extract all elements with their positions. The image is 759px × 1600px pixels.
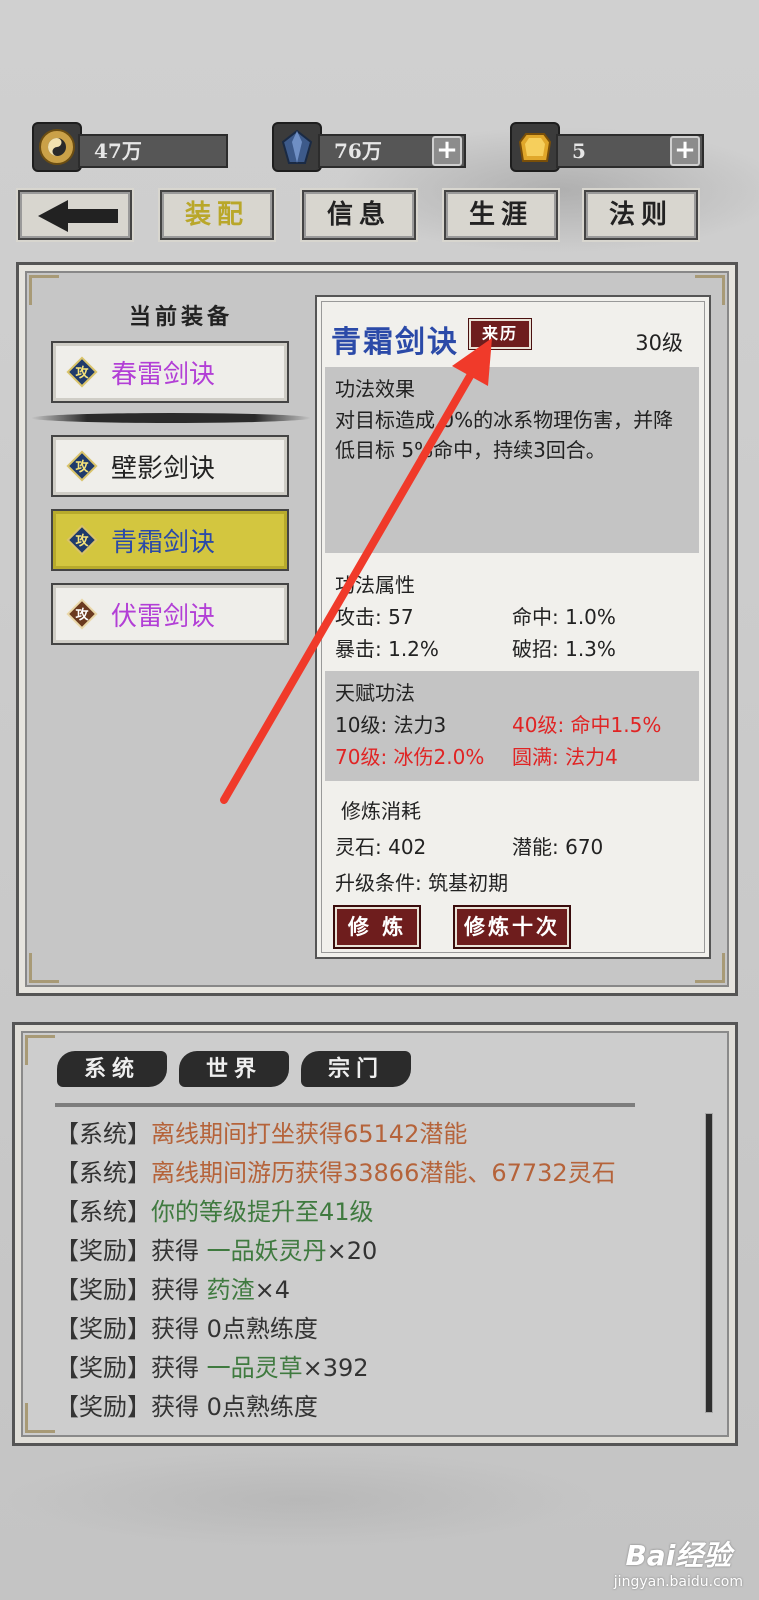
taiji-icon xyxy=(32,122,82,172)
cost-section: 修炼消耗 灵石: 402 潜能: 670 升级条件: 筑基初期 xyxy=(325,787,699,907)
log-scrollbar[interactable] xyxy=(705,1113,713,1413)
skill-name: 伏雷剑诀 xyxy=(111,601,216,632)
corner-ornament xyxy=(29,275,59,305)
skill-panel: 当前装备 攻 春雷剑诀 攻 壁影剑诀 攻 青霜剑诀 攻 伏雷剑诀 青霜剑诀 来历… xyxy=(16,262,738,996)
upgrade-requirement: 升级条件: 筑基初期 xyxy=(335,871,509,895)
tab-rules[interactable]: 法则 xyxy=(582,188,700,242)
attack-badge-icon: 攻 xyxy=(65,449,99,483)
corner-ornament xyxy=(25,1035,55,1065)
talent-title: 天赋功法 xyxy=(335,681,415,705)
attack-stat: 攻击: 57 xyxy=(335,605,414,629)
corner-ornament xyxy=(25,1403,55,1433)
log-entry: 【奖励】获得 一品灵草×392 xyxy=(55,1354,369,1382)
log-entry: 【奖励】获得 药渣×4 xyxy=(55,1276,291,1304)
origin-button[interactable]: 来历 xyxy=(468,318,532,350)
svg-text:攻: 攻 xyxy=(75,365,89,381)
log-entry: 【奖励】获得 一品妖灵丹×20 xyxy=(55,1237,378,1265)
talent-level-10: 10级: 法力3 xyxy=(335,713,447,737)
message-log: 系统 世界 宗门 【系统】离线期间打坐获得65142潜能 【系统】离线期间游历获… xyxy=(12,1022,738,1446)
back-button[interactable] xyxy=(16,188,134,242)
effect-section: 功法效果 对目标造成 0%的冰系物理伤害，并降低目标 5%命中，持续3回合。 xyxy=(325,367,699,553)
corner-ornament xyxy=(29,953,59,983)
log-entry: 【奖励】获得 0点熟练度 xyxy=(55,1315,318,1343)
svg-text:攻: 攻 xyxy=(75,459,89,475)
skill-detail-card: 青霜剑诀 来历 30级 功法效果 对目标造成 0%的冰系物理伤害，并降低目标 5… xyxy=(315,295,711,959)
tab-equip[interactable]: 装配 xyxy=(158,188,276,242)
attack-badge-icon: 攻 xyxy=(65,597,99,631)
crystal-icon xyxy=(272,122,322,172)
log-divider xyxy=(55,1103,635,1107)
log-entry: 【系统】离线期间游历获得33866潜能、67732灵石 xyxy=(55,1159,616,1187)
train-ten-times-button[interactable]: 修炼十次 xyxy=(453,905,571,949)
spirit-stone-cost: 灵石: 402 xyxy=(335,835,427,859)
talent-level-70: 70级: 冰伤2.0% xyxy=(335,745,485,769)
talent-section: 天赋功法 10级: 法力3 40级: 命中1.5% 70级: 冰伤2.0% 圆满… xyxy=(325,671,699,781)
hit-stat: 命中: 1.0% xyxy=(512,605,616,629)
ink-divider xyxy=(31,413,311,423)
log-entry: 【系统】你的等级提升至41级 xyxy=(55,1198,374,1226)
current-equipment-title: 当前装备 xyxy=(129,304,234,330)
skill-name: 青霜剑诀 xyxy=(111,527,216,558)
attack-badge-icon: 攻 xyxy=(65,523,99,557)
tab-system[interactable]: 系统 xyxy=(57,1051,167,1087)
skill-name: 春雷剑诀 xyxy=(111,359,216,390)
tab-sect[interactable]: 宗门 xyxy=(301,1051,411,1087)
add-gem-button[interactable]: + xyxy=(670,136,700,166)
cost-title: 修炼消耗 xyxy=(341,799,421,823)
potential-cost: 潜能: 670 xyxy=(512,835,604,859)
silver-amount: 47万 xyxy=(78,134,228,168)
attribute-title: 功法属性 xyxy=(335,573,415,597)
svg-text:攻: 攻 xyxy=(75,533,89,549)
talent-level-40: 40级: 命中1.5% xyxy=(512,713,662,737)
log-list: 【系统】离线期间打坐获得65142潜能 【系统】离线期间游历获得33866潜能、… xyxy=(55,1115,695,1427)
back-arrow-icon xyxy=(38,200,118,232)
svg-text:攻: 攻 xyxy=(75,607,89,623)
skill-level: 30级 xyxy=(635,331,683,355)
log-entry: 【系统】离线期间打坐获得65142潜能 xyxy=(55,1120,468,1148)
crit-stat: 暴击: 1.2% xyxy=(335,637,439,661)
break-stat: 破招: 1.3% xyxy=(512,637,616,661)
watermark: Bai经验 jingyan.baidu.com xyxy=(613,1539,743,1590)
tab-career[interactable]: 生涯 xyxy=(442,188,560,242)
log-entry: 【奖励】获得 0点熟练度 xyxy=(55,1393,318,1421)
skill-item[interactable]: 攻 壁影剑诀 xyxy=(51,435,289,497)
detail-skill-name: 青霜剑诀 xyxy=(331,325,459,360)
effect-text: 对目标造成 0%的冰系物理伤害，并降低目标 5%命中，持续3回合。 xyxy=(335,408,674,462)
attribute-section: 功法属性 攻击: 57 命中: 1.0% 暴击: 1.2% 破招: 1.3% xyxy=(325,563,699,671)
skill-item[interactable]: 攻 伏雷剑诀 xyxy=(51,583,289,645)
tab-info[interactable]: 信息 xyxy=(300,188,418,242)
attack-badge-icon: 攻 xyxy=(65,355,99,389)
skill-name: 壁影剑诀 xyxy=(111,453,216,484)
add-crystal-button[interactable]: + xyxy=(432,136,462,166)
gold-gem-icon xyxy=(510,122,560,172)
effect-title: 功法效果 xyxy=(335,377,415,401)
tab-world[interactable]: 世界 xyxy=(179,1051,289,1087)
equipped-skill-slot[interactable]: 攻 春雷剑诀 xyxy=(51,341,289,403)
skill-item-selected[interactable]: 攻 青霜剑诀 xyxy=(51,509,289,571)
talent-max: 圆满: 法力4 xyxy=(512,745,618,769)
train-button[interactable]: 修 炼 xyxy=(333,905,421,949)
